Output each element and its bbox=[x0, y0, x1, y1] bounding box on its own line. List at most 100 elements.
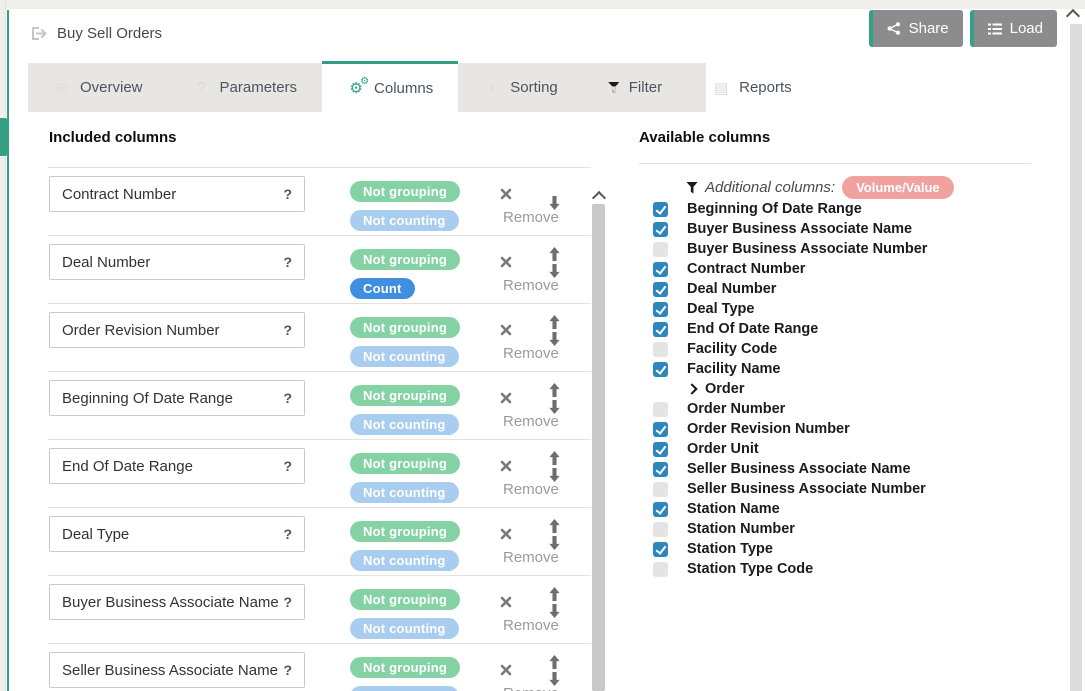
column-name-input[interactable]: Deal Number ? bbox=[49, 244, 305, 280]
checkbox[interactable] bbox=[653, 302, 668, 317]
remove-label[interactable]: Remove bbox=[503, 685, 559, 691]
checkbox[interactable] bbox=[653, 362, 668, 377]
checkbox[interactable] bbox=[653, 262, 668, 277]
column-name-input[interactable]: Seller Business Associate Name ? bbox=[49, 652, 305, 688]
grouping-pill[interactable]: Not grouping bbox=[350, 385, 460, 406]
counting-pill[interactable]: Not counting bbox=[350, 618, 459, 639]
remove-x-icon[interactable] bbox=[500, 528, 512, 540]
volume-value-pill[interactable]: Volume/Value bbox=[842, 176, 954, 199]
available-column-row[interactable]: Station Number bbox=[639, 519, 1039, 539]
remove-x-icon[interactable] bbox=[500, 188, 512, 200]
column-name-input[interactable]: Contract Number ? bbox=[49, 176, 305, 212]
column-name-input[interactable]: Beginning Of Date Range ? bbox=[49, 380, 305, 416]
tab-parameters[interactable]: ? Parameters bbox=[168, 63, 323, 112]
move-up-icon[interactable] bbox=[548, 247, 561, 261]
checkbox[interactable] bbox=[653, 482, 668, 497]
help-icon[interactable]: ? bbox=[283, 254, 292, 270]
checkbox[interactable] bbox=[653, 522, 668, 537]
checkbox[interactable] bbox=[653, 222, 668, 237]
available-column-row[interactable]: Order Number bbox=[639, 399, 1039, 419]
available-column-row[interactable]: Order Revision Number bbox=[639, 419, 1039, 439]
grouping-pill[interactable]: Not grouping bbox=[350, 181, 460, 202]
move-down-icon[interactable] bbox=[548, 672, 561, 686]
available-column-row[interactable]: Facility Name bbox=[639, 359, 1039, 379]
column-name-input[interactable]: Deal Type ? bbox=[49, 516, 305, 552]
checkbox[interactable] bbox=[653, 282, 668, 297]
move-up-icon[interactable] bbox=[548, 519, 561, 533]
help-icon[interactable]: ? bbox=[283, 322, 292, 338]
tab-reports[interactable]: ▤ Reports bbox=[687, 63, 817, 112]
move-down-icon[interactable] bbox=[548, 400, 561, 414]
remove-label[interactable]: Remove bbox=[503, 481, 559, 498]
help-icon[interactable]: ? bbox=[283, 186, 292, 202]
tab-overview[interactable]: ◎ Overview bbox=[28, 63, 168, 112]
available-column-row[interactable]: Deal Number bbox=[639, 279, 1039, 299]
remove-x-icon[interactable] bbox=[500, 664, 512, 676]
column-name-input[interactable]: Order Revision Number ? bbox=[49, 312, 305, 348]
move-down-icon[interactable] bbox=[548, 536, 561, 550]
move-up-icon[interactable] bbox=[548, 451, 561, 465]
checkbox[interactable] bbox=[653, 462, 668, 477]
remove-label[interactable]: Remove bbox=[503, 617, 559, 634]
move-down-icon[interactable] bbox=[548, 264, 561, 278]
checkbox[interactable] bbox=[653, 502, 668, 517]
remove-x-icon[interactable] bbox=[500, 324, 512, 336]
available-column-row[interactable]: End Of Date Range bbox=[639, 319, 1039, 339]
grouping-pill[interactable]: Not grouping bbox=[350, 657, 460, 678]
page-scrollbar[interactable] bbox=[1070, 24, 1082, 691]
available-column-row[interactable]: Station Name bbox=[639, 499, 1039, 519]
grouping-pill[interactable]: Not grouping bbox=[350, 521, 460, 542]
remove-label[interactable]: Remove bbox=[503, 413, 559, 430]
move-down-icon[interactable] bbox=[548, 468, 561, 482]
grouping-pill[interactable]: Not grouping bbox=[350, 317, 460, 338]
tab-columns[interactable]: ⚙ Columns bbox=[322, 61, 458, 112]
remove-x-icon[interactable] bbox=[500, 460, 512, 472]
checkbox[interactable] bbox=[653, 422, 668, 437]
checkbox[interactable] bbox=[653, 542, 668, 557]
drawer-handle[interactable] bbox=[0, 118, 8, 156]
load-button[interactable]: Load bbox=[970, 10, 1057, 47]
help-icon[interactable]: ? bbox=[283, 594, 292, 610]
remove-x-icon[interactable] bbox=[500, 256, 512, 268]
available-column-row[interactable]: Seller Business Associate Name bbox=[639, 459, 1039, 479]
move-down-icon[interactable] bbox=[548, 196, 561, 210]
grouping-pill[interactable]: Not grouping bbox=[350, 249, 460, 270]
move-down-icon[interactable] bbox=[548, 332, 561, 346]
counting-pill[interactable]: Not counting bbox=[350, 414, 459, 435]
tab-sorting[interactable]: ↕ Sorting bbox=[458, 63, 583, 112]
checkbox[interactable] bbox=[653, 402, 668, 417]
move-down-icon[interactable] bbox=[548, 604, 561, 618]
remove-label[interactable]: Remove bbox=[503, 345, 559, 362]
help-icon[interactable]: ? bbox=[283, 526, 292, 542]
remove-label[interactable]: Remove bbox=[503, 549, 559, 566]
counting-pill[interactable]: Not counting bbox=[350, 346, 459, 367]
available-column-row[interactable]: Buyer Business Associate Name bbox=[639, 219, 1039, 239]
available-column-row[interactable]: Order Unit bbox=[639, 439, 1039, 459]
available-column-row[interactable]: Buyer Business Associate Number bbox=[639, 239, 1039, 259]
column-name-input[interactable]: End Of Date Range ? bbox=[49, 448, 305, 484]
list-scrollbar[interactable] bbox=[592, 204, 605, 691]
move-up-icon[interactable] bbox=[548, 587, 561, 601]
available-column-row[interactable]: Station Type bbox=[639, 539, 1039, 559]
share-button[interactable]: Share bbox=[869, 10, 963, 47]
help-icon[interactable]: ? bbox=[283, 458, 292, 474]
checkbox[interactable] bbox=[653, 442, 668, 457]
counting-pill[interactable]: Not counting bbox=[350, 686, 459, 691]
available-column-row[interactable]: Deal Type bbox=[639, 299, 1039, 319]
checkbox[interactable] bbox=[653, 342, 668, 357]
remove-x-icon[interactable] bbox=[500, 596, 512, 608]
available-column-row[interactable]: Station Type Code bbox=[639, 559, 1039, 579]
checkbox[interactable] bbox=[653, 202, 668, 217]
column-name-input[interactable]: Buyer Business Associate Name ? bbox=[49, 584, 305, 620]
counting-pill[interactable]: Count bbox=[350, 278, 415, 299]
move-up-icon[interactable] bbox=[548, 383, 561, 397]
grouping-pill[interactable]: Not grouping bbox=[350, 589, 460, 610]
available-column-row[interactable]: Order bbox=[639, 379, 1039, 399]
tab-filter[interactable]: ▼ Filter bbox=[583, 63, 687, 112]
move-up-icon[interactable] bbox=[548, 655, 561, 669]
available-column-row[interactable]: Beginning Of Date Range bbox=[639, 199, 1039, 219]
checkbox[interactable] bbox=[653, 242, 668, 257]
remove-x-icon[interactable] bbox=[500, 392, 512, 404]
available-column-row[interactable]: Seller Business Associate Number bbox=[639, 479, 1039, 499]
help-icon[interactable]: ? bbox=[283, 662, 292, 678]
